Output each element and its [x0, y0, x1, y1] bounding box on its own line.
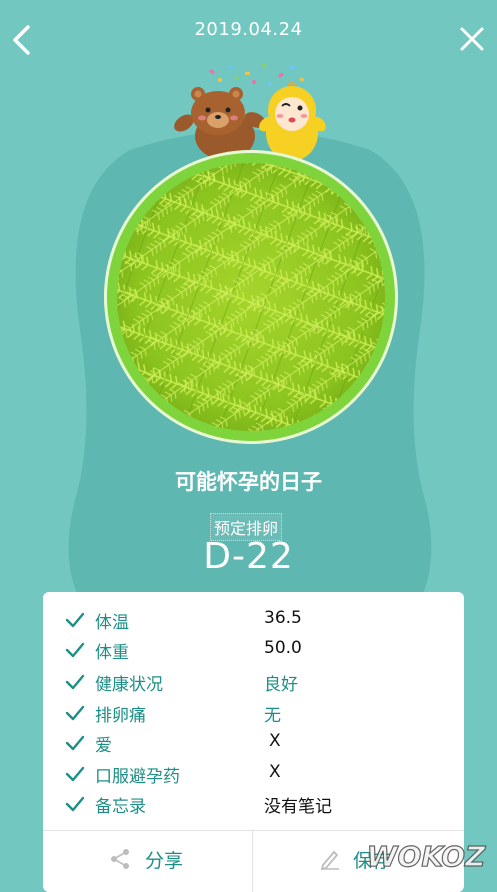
check-icon: [65, 612, 85, 628]
saliva-crystal-image: [117, 163, 385, 431]
detail-label: 备忘录: [95, 797, 146, 817]
check-icon: [65, 766, 85, 782]
detail-label: 体重: [95, 643, 129, 663]
status-headline: 可能怀孕的日子: [175, 470, 322, 494]
pencil-icon: [320, 850, 339, 870]
share-label: 分享: [145, 850, 184, 872]
detail-row-love: 爱 X: [43, 729, 464, 759]
detail-value: 良好: [264, 675, 298, 695]
detail-label: 健康状况: [95, 675, 163, 695]
detail-label: 口服避孕药: [95, 767, 180, 787]
detail-value: X: [269, 731, 281, 751]
detail-value: X: [269, 762, 281, 782]
detail-row-ovulation-pain: 排卵痛 无: [43, 699, 464, 729]
ovulation-countdown: D-22: [203, 536, 294, 577]
detail-row-pill: 口服避孕药 X: [43, 760, 464, 790]
check-icon: [65, 735, 85, 751]
close-icon[interactable]: [457, 24, 487, 54]
watermark-logo: WOKOZ: [366, 839, 487, 873]
detail-row-temperature: 体温 36.5: [43, 606, 464, 636]
svg-text:WOKOZ: WOKOZ: [367, 840, 486, 873]
check-icon: [65, 642, 85, 658]
detail-value: 没有笔记: [264, 797, 332, 817]
check-icon: [65, 796, 85, 812]
detail-value: 无: [264, 706, 281, 726]
share-icon: [111, 849, 129, 869]
check-icon: [65, 674, 85, 690]
detail-value: 36.5: [264, 608, 302, 628]
detail-label: 体温: [95, 613, 129, 633]
detail-value: 50.0: [264, 638, 302, 658]
detail-row-health: 健康状况 良好: [43, 668, 464, 698]
detail-row-memo: 备忘录 没有笔记: [43, 790, 464, 820]
mascot-illustration: [174, 62, 326, 161]
detail-label: 爱: [95, 736, 112, 756]
share-button[interactable]: 分享: [43, 831, 252, 881]
detail-row-weight: 体重 50.0: [43, 636, 464, 666]
date-title: 2019.04.24: [194, 19, 303, 40]
check-icon: [65, 705, 85, 721]
top-bar: 2019.04.24: [0, 0, 497, 64]
detail-label: 排卵痛: [95, 706, 146, 726]
